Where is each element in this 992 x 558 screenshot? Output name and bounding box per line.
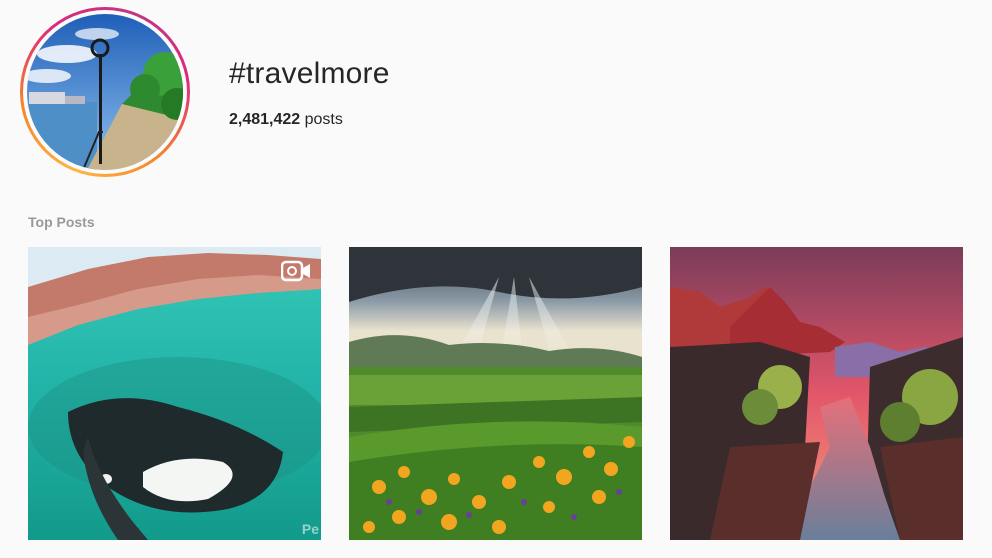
canyon-post-image — [670, 247, 963, 540]
post-count-suffix: posts — [300, 111, 343, 128]
post-tile-orca[interactable]: Pe — [28, 247, 321, 540]
video-camera-icon — [281, 259, 311, 283]
hashtag-avatar[interactable] — [27, 14, 183, 170]
post-tile-canyon[interactable] — [670, 247, 963, 540]
post-count-value: 2,481,422 — [229, 111, 301, 128]
hashtag-avatar-ring[interactable] — [20, 7, 190, 177]
post-count: 2,481,422 posts — [229, 111, 343, 129]
avatar-image — [27, 14, 183, 170]
valley-post-image — [349, 247, 642, 540]
orca-post-image — [28, 247, 321, 540]
top-posts-label: Top Posts — [28, 214, 95, 230]
post-tile-valley[interactable] — [349, 247, 642, 540]
hashtag-title: #travelmore — [229, 57, 390, 90]
video-watermark: Pe — [301, 521, 319, 537]
